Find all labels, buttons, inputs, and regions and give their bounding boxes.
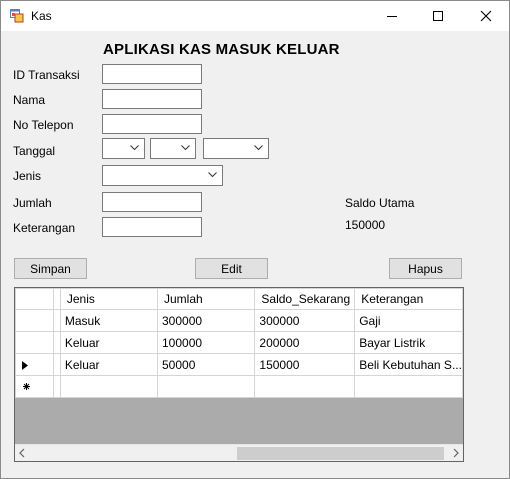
cell-jenis[interactable]: Keluar [59,331,159,354]
jumlah-label: Jumlah [13,196,52,210]
table-header-row: Jenis Jumlah Saldo_Sekarang Keterangan [15,288,463,310]
scrollbar-thumb[interactable] [237,447,444,460]
cell-saldo[interactable]: 150000 [254,353,356,376]
cell-keterangan[interactable]: Gaji [354,309,463,332]
cell-jumlah[interactable]: 50000 [156,353,256,376]
horizontal-scrollbar[interactable] [15,444,463,461]
id-transaksi-label: ID Transaksi [13,68,80,82]
column-separator [53,288,61,310]
keterangan-field[interactable] [102,217,202,237]
cell-jenis[interactable]: Keluar [59,353,159,376]
jenis-select[interactable] [102,165,223,186]
keterangan-label: Keterangan [13,221,76,235]
id-transaksi-field[interactable] [102,64,202,84]
nama-label: Nama [13,93,46,107]
jumlah-field[interactable] [102,192,202,212]
window-title: Kas [31,9,52,23]
row-header-corner [15,288,55,310]
maximize-button[interactable] [415,1,461,31]
column-separator [53,375,61,398]
saldo-utama-value: 150000 [345,218,386,232]
chevron-down-icon [208,172,217,178]
cell-empty[interactable] [156,375,256,398]
column-separator [53,309,61,332]
simpan-button[interactable]: Simpan [14,258,87,279]
maximize-icon [433,11,443,21]
cell-keterangan[interactable]: Bayar Listrik [354,331,463,354]
close-icon [480,10,492,22]
new-row-icon [23,383,30,390]
nama-field[interactable] [102,89,202,109]
data-grid[interactable]: Jenis Jumlah Saldo_Sekarang Keterangan M… [14,287,464,462]
cell-empty[interactable] [354,375,463,398]
close-button[interactable] [463,1,509,31]
table-row[interactable]: Masuk 300000 300000 Gaji [15,309,463,332]
tanggal-day-select[interactable] [102,138,145,159]
jenis-label: Jenis [13,169,42,183]
row-header[interactable] [15,375,55,398]
tanggal-year-select[interactable] [203,138,269,159]
column-separator [53,331,61,354]
chevron-down-icon [130,145,139,151]
row-pointer-icon [22,361,28,370]
saldo-utama-label: Saldo Utama [345,196,415,210]
cell-saldo[interactable]: 200000 [254,331,356,354]
row-header[interactable] [15,331,55,354]
column-separator [53,353,61,376]
cell-saldo[interactable]: 300000 [254,309,356,332]
chevron-left-icon [19,448,25,458]
no-telepon-label: No Telepon [13,118,74,132]
cell-jumlah[interactable]: 100000 [156,331,256,354]
row-header[interactable] [15,309,55,332]
column-header-saldo[interactable]: Saldo_Sekarang [254,288,356,310]
title-bar[interactable]: Kas [1,1,509,31]
row-header[interactable] [15,353,55,376]
column-header-jumlah[interactable]: Jumlah [156,288,256,310]
minimize-icon [387,16,397,17]
tanggal-label: Tanggal [13,144,56,158]
column-header-jenis[interactable]: Jenis [59,288,159,310]
table-row[interactable]: Keluar 50000 150000 Beli Kebutuhan S... [15,353,463,376]
table-row[interactable]: Keluar 100000 200000 Bayar Listrik [15,331,463,354]
hapus-button[interactable]: Hapus [389,258,462,279]
cell-empty[interactable] [254,375,356,398]
cell-jenis[interactable]: Masuk [59,309,159,332]
data-table: Jenis Jumlah Saldo_Sekarang Keterangan M… [15,288,463,398]
page-heading: APLIKASI KAS MASUK KELUAR [103,41,340,58]
chevron-down-icon [181,145,190,151]
cell-keterangan[interactable]: Beli Kebutuhan S... [354,353,463,376]
minimize-button[interactable] [369,1,415,31]
cell-jumlah[interactable]: 300000 [156,309,256,332]
tanggal-month-select[interactable] [150,138,196,159]
chevron-down-icon [254,145,263,151]
chevron-right-icon [453,448,459,458]
column-header-keterangan[interactable]: Keterangan [354,288,463,310]
edit-button[interactable]: Edit [195,258,268,279]
app-window-icon [10,9,24,23]
no-telepon-field[interactable] [102,114,202,134]
table-new-row[interactable] [15,375,463,398]
main-window: Kas APLIKASI KAS MASUK KELUAR ID Transak… [0,0,510,479]
cell-empty[interactable] [59,375,159,398]
